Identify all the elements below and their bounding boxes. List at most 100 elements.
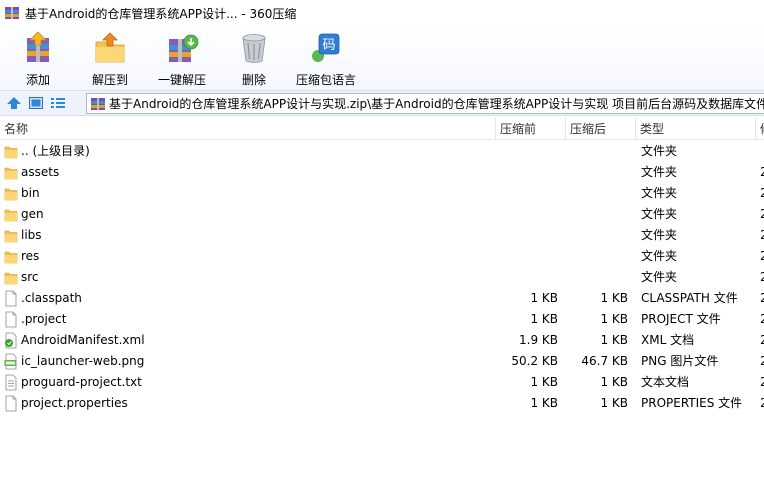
file-type: 文件夹 [641,165,678,179]
file-name: gen [21,207,44,221]
extract-to-label: 解压到 [91,73,128,87]
folder-icon [4,185,18,202]
file-name: bin [21,186,40,200]
file-type: 文件夹 [641,144,678,158]
file-modified: 2 [760,333,764,347]
file-row[interactable]: .. (上级目录) 文件夹 [0,141,764,162]
file-size-after [566,246,628,267]
xml-file-icon [4,332,18,349]
archive-icon [91,97,105,110]
archive-app-icon [5,7,19,19]
add-button[interactable]: 添加 [2,26,74,90]
file-size-before [496,141,558,162]
title-bar: 基于Android的仓库管理系统APP设计... - 360压缩 [0,0,764,26]
file-name: src [21,270,39,284]
file-row[interactable]: gen 文件夹 2 [0,204,764,225]
column-compressed-after[interactable]: 压缩后 [566,118,636,140]
one-click-extract-icon [169,34,199,62]
file-modified: 2 [760,228,764,242]
file-name: .. (上级目录) [21,144,90,158]
thumbnail-view-icon [29,97,43,109]
file-name: .project [21,312,67,326]
column-header: 名称 压缩前 压缩后 类型 修 [0,118,764,140]
file-size-after: 1 KB [600,312,628,326]
file-size-before [496,267,558,288]
file-modified: 2 [760,375,764,389]
file-type: PROJECT 文件 [641,312,721,326]
file-size-after: 1 KB [600,375,628,389]
file-type: 文件夹 [641,186,678,200]
file-icon [4,311,18,328]
up-arrow-icon [7,97,21,109]
file-size-before: 1 KB [530,312,558,326]
file-size-after [566,141,628,162]
file-modified: 2 [760,396,764,410]
file-size-before [496,246,558,267]
file-name: .classpath [21,291,82,305]
file-size-before [496,183,558,204]
file-name: ic_launcher-web.png [21,354,145,368]
file-row[interactable]: .project 1 KB 1 KB PROJECT 文件 2 [0,309,764,330]
file-size-after: 1 KB [600,291,628,305]
file-type: CLASSPATH 文件 [641,291,738,305]
file-size-before: 50.2 KB [511,354,558,368]
thumbnail-view-button[interactable] [25,92,47,114]
folder-icon [4,248,18,265]
file-type: PNG 图片文件 [641,354,719,368]
file-modified: 2 [760,312,764,326]
file-row[interactable]: src 文件夹 2 [0,267,764,288]
archive-language-button[interactable]: 码 压缩包语言 [290,26,362,90]
file-row[interactable]: proguard-project.txt 1 KB 1 KB 文本文档 2 [0,372,764,393]
up-level-button[interactable] [3,92,25,114]
path-field[interactable]: 基于Android的仓库管理系统APP设计与实现.zip\基于Android的仓… [86,93,764,114]
one-click-extract-label: 一键解压 [157,73,206,87]
file-size-after [566,267,628,288]
file-name: proguard-project.txt [21,375,142,389]
archive-language-label: 压缩包语言 [295,73,356,87]
column-type[interactable]: 类型 [636,118,756,140]
file-modified: 2 [760,165,764,179]
one-click-extract-button[interactable]: 一键解压 [146,26,218,90]
file-size-before: 1.9 KB [519,333,558,347]
file-row[interactable]: project.properties 1 KB 1 KB PROPERTIES 文件 2 [0,393,764,414]
file-name: libs [21,228,42,242]
file-type: 文件夹 [641,249,678,263]
file-size-before [496,162,558,183]
file-list: .. (上级目录) 文件夹 assets 文件夹 2 bin 文件夹 2 gen 文件夹 2 libs… [0,141,764,414]
file-size-before: 1 KB [530,291,558,305]
column-compressed-before[interactable]: 压缩前 [496,118,566,140]
trash-can-icon [242,34,266,63]
folder-icon [4,206,18,223]
list-view-button[interactable] [47,92,69,114]
extract-folder-icon [95,32,125,63]
file-type: PROPERTIES 文件 [641,396,743,410]
file-size-after [566,183,628,204]
delete-button[interactable]: 删除 [218,26,290,90]
column-name[interactable]: 名称 [0,118,496,140]
file-icon [4,290,18,307]
folder-icon [4,227,18,244]
encoding-icon: 码 [312,33,340,62]
file-row[interactable]: res 文件夹 2 [0,246,764,267]
column-modified[interactable]: 修 [756,118,764,140]
file-size-before: 1 KB [530,375,558,389]
file-type: 文件夹 [641,270,678,284]
file-row[interactable]: libs 文件夹 2 [0,225,764,246]
file-row[interactable]: ic_launcher-web.png 50.2 KB 46.7 KB PNG 图片文… [0,351,764,372]
file-row[interactable]: bin 文件夹 2 [0,183,764,204]
file-row[interactable]: AndroidManifest.xml 1.9 KB 1 KB XML 文档 2 [0,330,764,351]
file-modified: 2 [760,186,764,200]
encoding-icon-glyph: 码 [322,38,335,53]
file-row[interactable]: .classpath 1 KB 1 KB CLASSPATH 文件 2 [0,288,764,309]
file-row[interactable]: assets 文件夹 2 [0,162,764,183]
file-type: 文件夹 [641,228,678,242]
file-size-after: 1 KB [600,333,628,347]
file-size-before [496,225,558,246]
file-size-after [566,204,628,225]
file-size-after [566,225,628,246]
extract-to-button[interactable]: 解压到 [74,26,146,90]
list-view-icon [51,98,65,108]
folder-icon [4,164,18,181]
toolbar: 添加 解压到 一键解压 删除 码 压缩包语言 [0,26,764,90]
file-name: project.properties [21,396,128,410]
